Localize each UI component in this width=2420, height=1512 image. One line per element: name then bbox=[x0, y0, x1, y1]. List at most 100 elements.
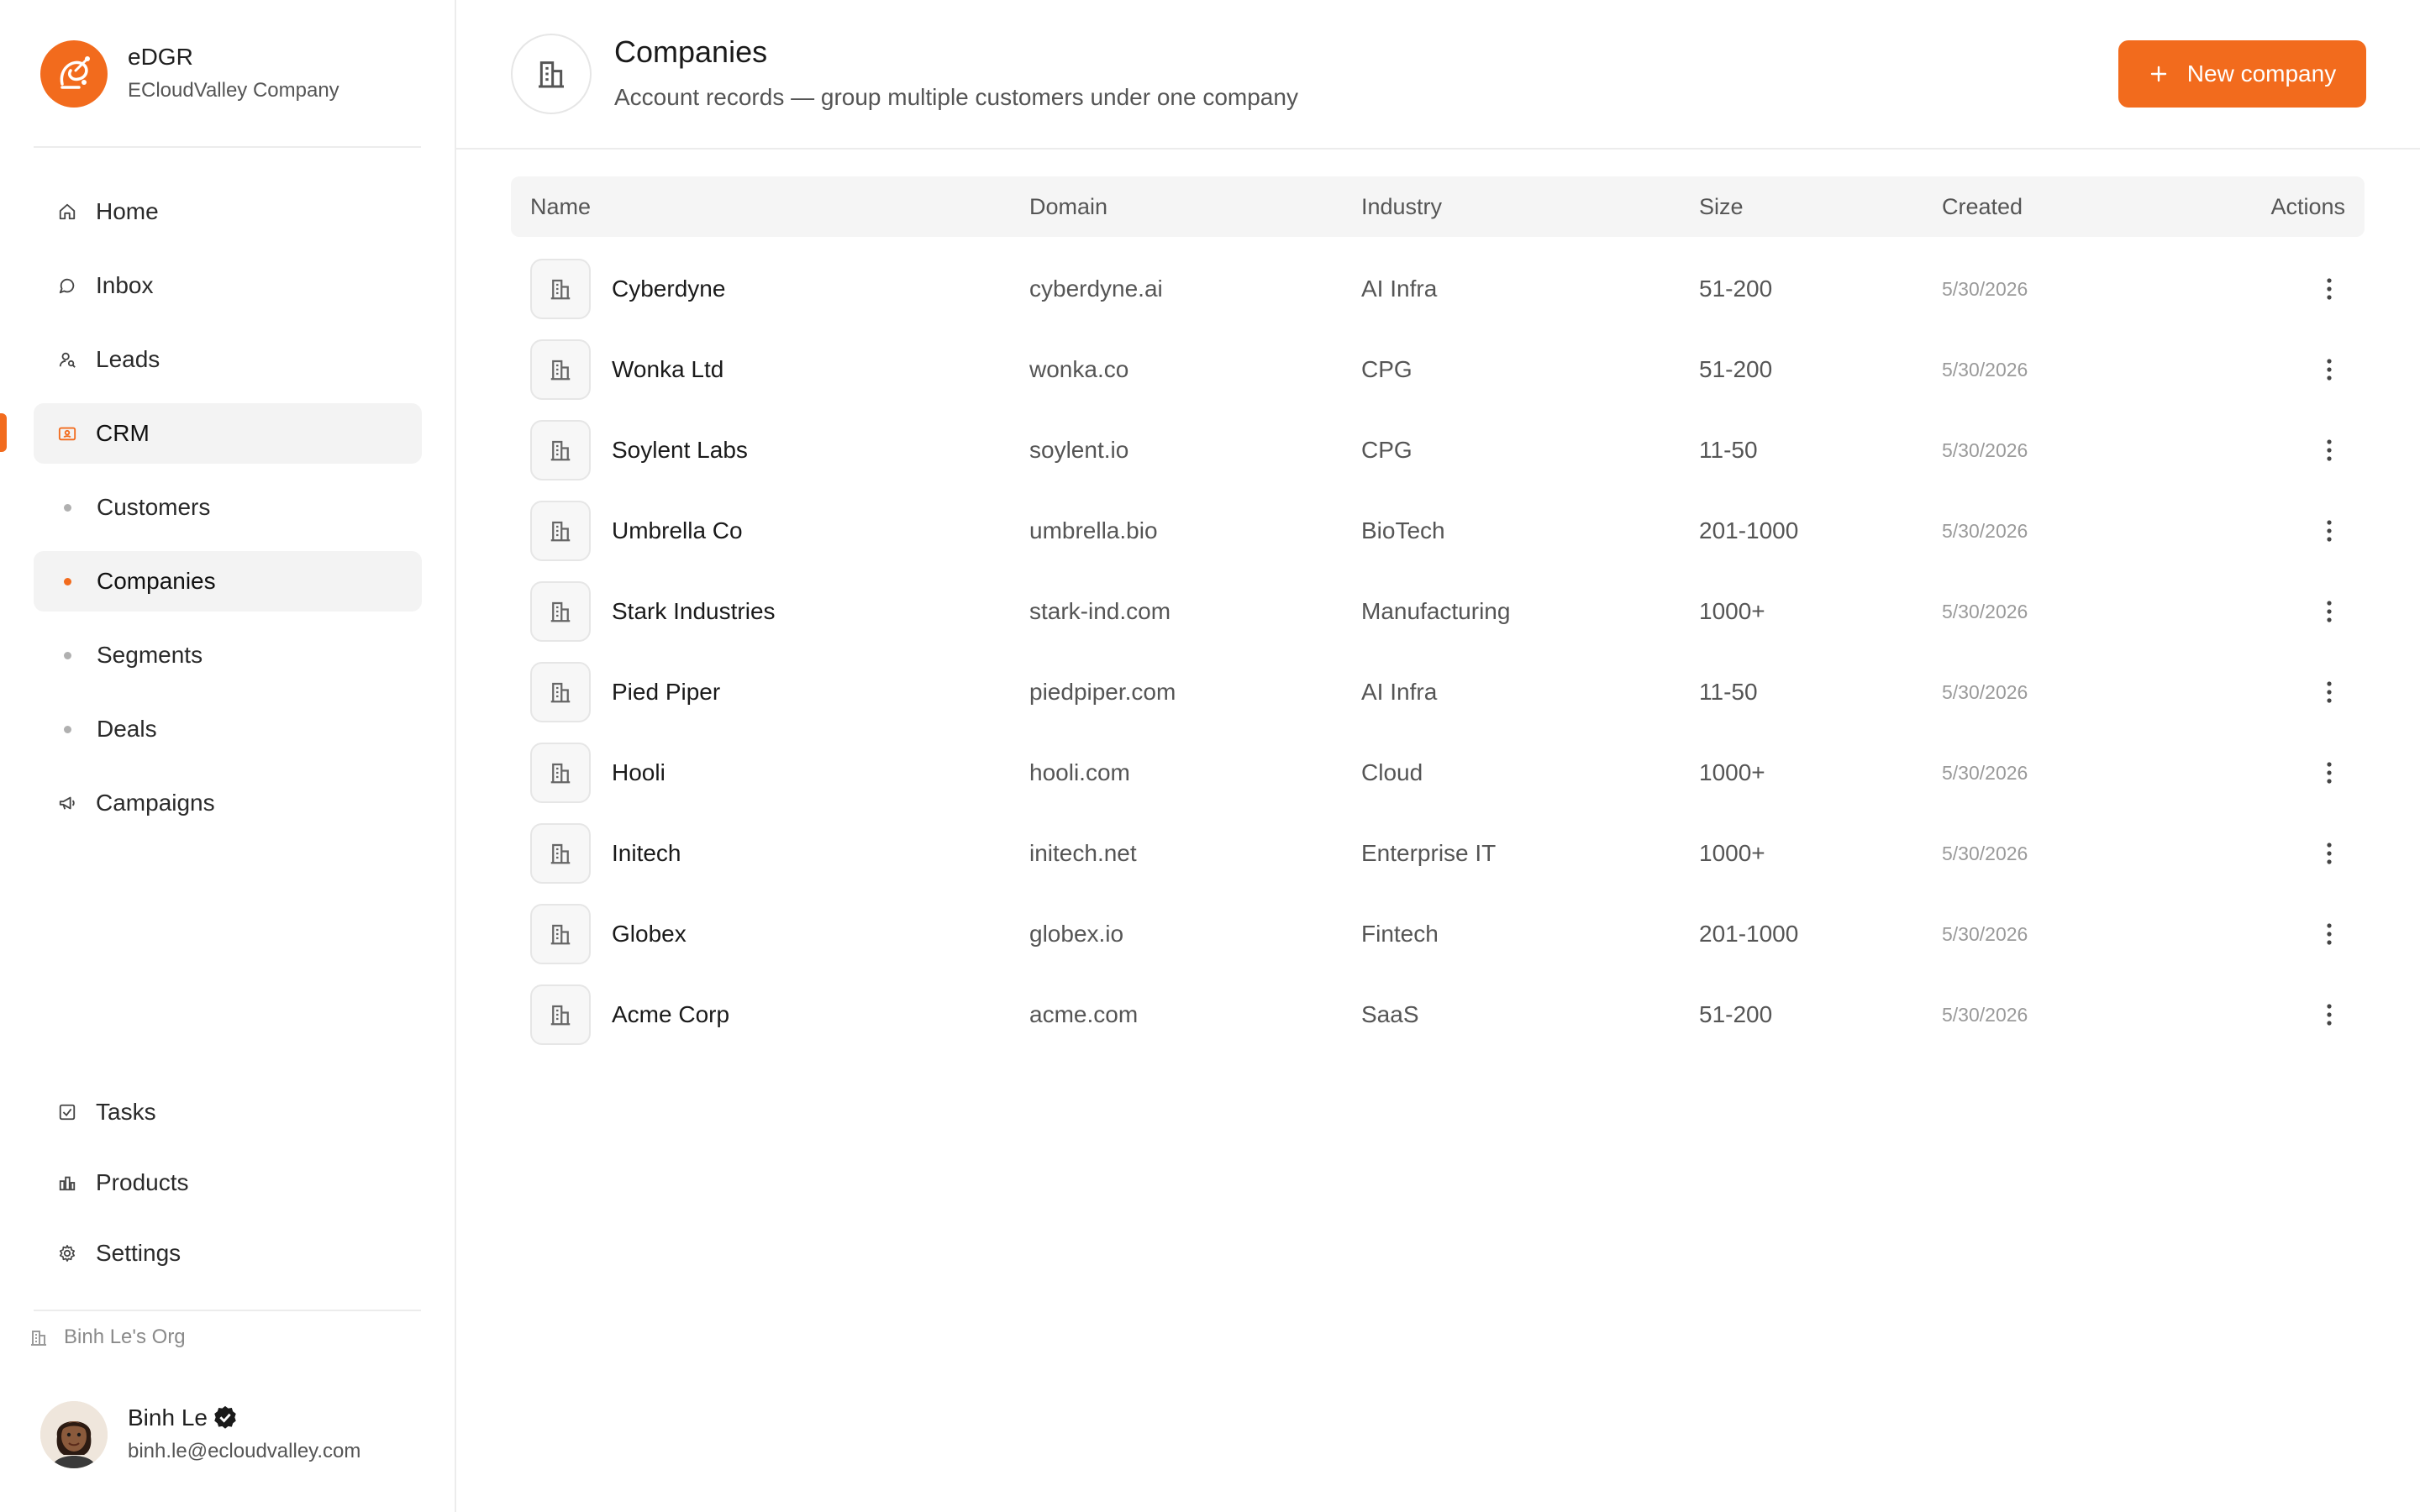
sidebar-item-label: Campaigns bbox=[96, 790, 215, 816]
company-created: 5/30/2026 bbox=[1942, 438, 2028, 461]
brand[interactable]: eDGR ECloudValley Company bbox=[40, 40, 339, 108]
company-created: 5/30/2026 bbox=[1942, 1003, 2028, 1026]
company-size: 51-200 bbox=[1699, 1001, 1773, 1027]
company-name[interactable]: Hooli bbox=[612, 759, 666, 786]
company-domain: cyberdyne.ai bbox=[1029, 276, 1163, 302]
sidebar-divider bbox=[34, 146, 421, 148]
company-industry: Enterprise IT bbox=[1361, 840, 1497, 866]
column-header-size[interactable]: Size bbox=[1699, 194, 1744, 220]
sidebar-item-deals[interactable]: Deals bbox=[34, 699, 422, 759]
company-name[interactable]: Cyberdyne bbox=[612, 276, 725, 302]
column-header-domain[interactable]: Domain bbox=[1029, 194, 1107, 220]
avatar bbox=[40, 1401, 108, 1468]
company-industry: AI Infra bbox=[1361, 679, 1438, 705]
company-name[interactable]: Acme Corp bbox=[612, 1001, 729, 1028]
table-row[interactable]: Pied Piper piedpiper.com AI Infra 11-50 5/30… bbox=[511, 652, 2365, 732]
company-created: 5/30/2026 bbox=[1942, 519, 2028, 542]
company-name[interactable]: Pied Piper bbox=[612, 679, 720, 706]
building-icon bbox=[511, 34, 592, 114]
sidebar-item-crm[interactable]: CRM bbox=[34, 403, 422, 464]
building-icon bbox=[530, 823, 591, 884]
company-created: 5/30/2026 bbox=[1942, 277, 2028, 300]
table-row[interactable]: Stark Industries stark-ind.com Manufacturi… bbox=[511, 571, 2365, 652]
more-actions-icon[interactable] bbox=[2319, 353, 2339, 386]
company-name[interactable]: Globex bbox=[612, 921, 687, 948]
table-body: Cyberdyne cyberdyne.ai AI Infra 51-200 5/30/… bbox=[511, 249, 2365, 1055]
building-icon bbox=[530, 339, 591, 400]
sidebar-item-settings[interactable]: Settings bbox=[34, 1223, 422, 1284]
table-row[interactable]: Cyberdyne cyberdyne.ai AI Infra 51-200 5/30/… bbox=[511, 249, 2365, 329]
sidebar: eDGR ECloudValley Company Home Inbox Lea… bbox=[0, 0, 456, 1512]
company-size: 201-1000 bbox=[1699, 921, 1799, 947]
more-actions-icon[interactable] bbox=[2319, 917, 2339, 951]
more-actions-icon[interactable] bbox=[2319, 272, 2339, 306]
user-profile[interactable]: Binh Le binh.le@ecloudvalley.com bbox=[40, 1401, 360, 1468]
more-actions-icon[interactable] bbox=[2319, 514, 2339, 548]
company-name[interactable]: Stark Industries bbox=[612, 598, 776, 625]
sidebar-item-label: Deals bbox=[97, 716, 157, 742]
column-header-name[interactable]: Name bbox=[530, 194, 591, 220]
company-name[interactable]: Initech bbox=[612, 840, 681, 867]
table-row[interactable]: Globex globex.io Fintech 201-1000 5/30/2026 bbox=[511, 894, 2365, 974]
sidebar-item-tasks[interactable]: Tasks bbox=[34, 1082, 422, 1142]
sidebar-item-customers[interactable]: Customers bbox=[34, 477, 422, 538]
table-row[interactable]: Wonka Ltd wonka.co CPG 51-200 5/30/2026 bbox=[511, 329, 2365, 410]
company-name[interactable]: Umbrella Co bbox=[612, 517, 743, 544]
company-name[interactable]: Soylent Labs bbox=[612, 437, 748, 464]
company-created: 5/30/2026 bbox=[1942, 922, 2028, 945]
column-header-actions: Actions bbox=[2270, 193, 2345, 219]
sidebar-item-home[interactable]: Home bbox=[34, 181, 422, 242]
building-icon bbox=[530, 581, 591, 642]
company-domain: stark-ind.com bbox=[1029, 598, 1171, 624]
new-company-button[interactable]: New company bbox=[2118, 40, 2366, 108]
column-header-created[interactable]: Created bbox=[1942, 194, 2023, 220]
plus-icon bbox=[2149, 64, 2169, 84]
sidebar-item-segments[interactable]: Segments bbox=[34, 625, 422, 685]
sidebar-item-companies[interactable]: Companies bbox=[34, 551, 422, 612]
chart-bars-icon bbox=[57, 1173, 77, 1193]
sidebar-item-label: Companies bbox=[97, 568, 216, 594]
company-industry: Manufacturing bbox=[1361, 598, 1511, 624]
active-section-marker bbox=[0, 413, 7, 452]
company-size: 11-50 bbox=[1699, 679, 1758, 705]
company-domain: wonka.co bbox=[1029, 356, 1129, 382]
sidebar-nav: Home Inbox Leads CRM Customers Companies… bbox=[34, 181, 422, 847]
more-actions-icon[interactable] bbox=[2319, 675, 2339, 709]
more-actions-icon[interactable] bbox=[2319, 837, 2339, 870]
more-actions-icon[interactable] bbox=[2319, 433, 2339, 467]
more-actions-icon[interactable] bbox=[2319, 998, 2339, 1032]
company-industry: CPG bbox=[1361, 437, 1413, 463]
bullet-icon bbox=[64, 503, 71, 512]
company-name[interactable]: Wonka Ltd bbox=[612, 356, 723, 383]
sidebar-bottom-nav: Tasks Products Settings bbox=[34, 1082, 422, 1297]
sidebar-item-inbox[interactable]: Inbox bbox=[34, 255, 422, 316]
sidebar-item-label: CRM bbox=[96, 420, 150, 446]
more-actions-icon[interactable] bbox=[2319, 595, 2339, 628]
table-row[interactable]: Initech initech.net Enterprise IT 1000+ 5/30… bbox=[511, 813, 2365, 894]
bullet-icon bbox=[64, 725, 71, 733]
sidebar-item-products[interactable]: Products bbox=[34, 1152, 422, 1213]
table-row[interactable]: Hooli hooli.com Cloud 1000+ 5/30/2026 bbox=[511, 732, 2365, 813]
company-industry: Cloud bbox=[1361, 759, 1423, 785]
org-name: Binh Le's Org bbox=[64, 1326, 186, 1348]
sidebar-item-campaigns[interactable]: Campaigns bbox=[34, 773, 422, 833]
company-domain: globex.io bbox=[1029, 921, 1124, 947]
sidebar-item-label: Home bbox=[96, 198, 159, 224]
company-domain: piedpiper.com bbox=[1029, 679, 1176, 705]
column-header-industry[interactable]: Industry bbox=[1361, 194, 1442, 220]
more-actions-icon[interactable] bbox=[2319, 756, 2339, 790]
table-row[interactable]: Soylent Labs soylent.io CPG 11-50 5/30/2026 bbox=[511, 410, 2365, 491]
table-row[interactable]: Umbrella Co umbrella.bio BioTech 201-1000 5/… bbox=[511, 491, 2365, 571]
new-company-label: New company bbox=[2186, 60, 2337, 87]
table-row[interactable]: Acme Corp acme.com SaaS 51-200 5/30/2026 bbox=[511, 974, 2365, 1055]
company-domain: soylent.io bbox=[1029, 437, 1129, 463]
home-icon bbox=[57, 202, 77, 222]
sidebar-item-leads[interactable]: Leads bbox=[34, 329, 422, 390]
building-icon bbox=[530, 984, 591, 1045]
org-switcher[interactable]: Binh Le's Org bbox=[29, 1322, 186, 1352]
checkbox-icon bbox=[57, 1102, 77, 1122]
company-domain: initech.net bbox=[1029, 840, 1137, 866]
building-icon bbox=[530, 662, 591, 722]
sidebar-item-label: Segments bbox=[97, 642, 203, 668]
sidebar-item-label: Settings bbox=[96, 1240, 182, 1266]
